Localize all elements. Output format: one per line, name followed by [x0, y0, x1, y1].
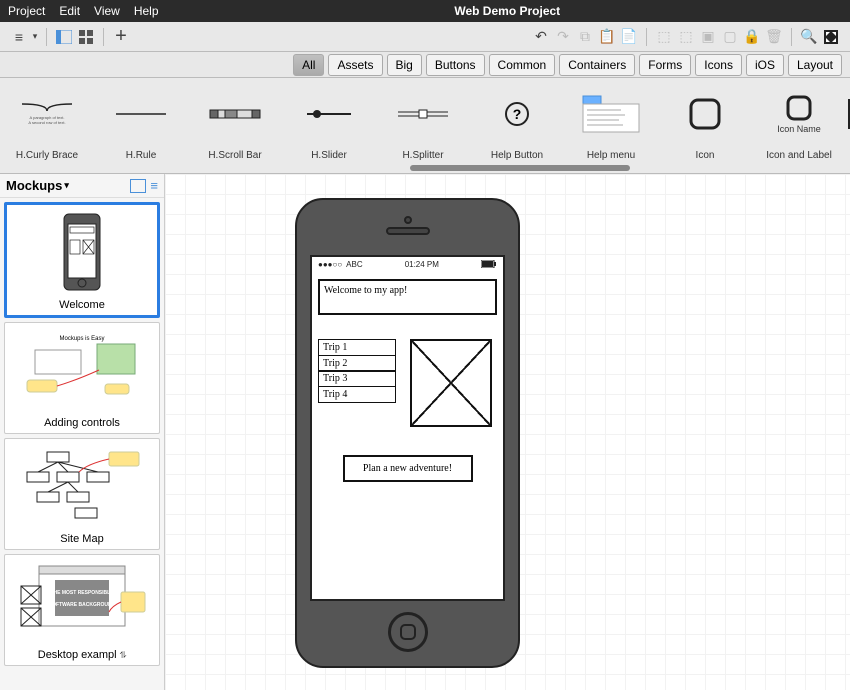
- filter-layout[interactable]: Layout: [788, 54, 842, 76]
- signal-icon: ●●●○○: [318, 260, 342, 269]
- mockup-card-welcome[interactable]: Welcome: [4, 202, 160, 318]
- lib-hslider[interactable]: H.Slider: [282, 90, 376, 173]
- list-item[interactable]: Trip 2: [318, 355, 396, 372]
- time-label: 01:24 PM: [363, 260, 481, 269]
- trash-icon[interactable]: 🗑: [763, 26, 785, 48]
- menu-bar: Project Edit View Help Web Demo Project: [0, 0, 850, 22]
- ui-library: A paragraph of text.A second row of text…: [0, 78, 850, 174]
- project-title: Web Demo Project: [173, 4, 842, 18]
- bring-front-icon[interactable]: ▣: [697, 26, 719, 48]
- plan-adventure-button[interactable]: Plan a new adventure!: [343, 455, 473, 482]
- mockup-card-desktop[interactable]: THE MOST RESPONSIBLESOFTWARE BACKGROUND …: [4, 554, 160, 666]
- paste-icon[interactable]: 📋: [596, 26, 618, 48]
- lib-iconandlabel[interactable]: Icon Name Icon and Label: [752, 90, 846, 173]
- mockup-card-adding[interactable]: Mockups is Easy Adding controls: [4, 322, 160, 434]
- home-button[interactable]: [388, 612, 428, 652]
- welcome-textbox[interactable]: Welcome to my app!: [318, 279, 497, 315]
- battery-icon: [481, 260, 497, 268]
- lib-icon[interactable]: Icon: [658, 90, 752, 173]
- filter-buttons[interactable]: Buttons: [426, 54, 485, 76]
- copy-icon[interactable]: ⧉: [574, 26, 596, 48]
- list-item[interactable]: Trip 1: [318, 339, 396, 356]
- list-item[interactable]: Trip 3: [318, 370, 396, 387]
- lock-icon[interactable]: 🔒: [741, 26, 763, 48]
- canvas[interactable]: ●●●○○ ABC 01:24 PM Welcome to my app! Tr…: [165, 174, 850, 690]
- grid-icon[interactable]: [75, 26, 97, 48]
- search-icon[interactable]: 🔍: [798, 26, 820, 48]
- view-thumbnail-icon[interactable]: [130, 179, 146, 193]
- list-item[interactable]: Trip 4: [318, 386, 396, 403]
- mockup-label: Site Map: [7, 533, 157, 545]
- send-back-icon[interactable]: ▢: [719, 26, 741, 48]
- sidebar-title: Mockups: [6, 178, 62, 193]
- menu-edit[interactable]: Edit: [59, 4, 80, 18]
- lib-helpmenu[interactable]: Help menu: [564, 90, 658, 173]
- status-bar: ●●●○○ ABC 01:24 PM: [312, 257, 503, 271]
- mockups-list[interactable]: Welcome Mockups is Easy Adding controls …: [0, 198, 164, 690]
- svg-text:Mockups is Easy: Mockups is Easy: [59, 336, 104, 342]
- lib-hcurlybrace[interactable]: A paragraph of text.A second row of text…: [0, 90, 94, 173]
- mockup-label: Desktop exampl ⥮: [7, 649, 157, 661]
- filter-containers[interactable]: Containers: [559, 54, 635, 76]
- carrier-label: ABC: [346, 260, 362, 269]
- library-scrollbar[interactable]: [350, 165, 790, 171]
- mockup-label: Welcome: [9, 299, 155, 311]
- svg-text:SOFTWARE BACKGROUND: SOFTWARE BACKGROUND: [49, 602, 116, 608]
- filter-assets[interactable]: Assets: [328, 54, 382, 76]
- trip-list[interactable]: Trip 1 Trip 2 Trip 3 Trip 4: [318, 339, 396, 427]
- menu-project[interactable]: Project: [8, 4, 45, 18]
- clipboard-icon[interactable]: 📄: [618, 26, 640, 48]
- filter-bar: All Assets Big Buttons Common Containers…: [0, 52, 850, 78]
- svg-text:?: ?: [513, 106, 522, 122]
- fullscreen-icon[interactable]: [820, 26, 842, 48]
- svg-text:A second row of text.: A second row of text.: [28, 120, 65, 125]
- hamburger-icon[interactable]: ≡: [8, 26, 30, 48]
- toolbar: ≡ ▾ + ↶ ↷ ⧉ 📋 📄 ⬚ ⬚ ▣ ▢ 🔒 🗑 🔍: [0, 22, 850, 52]
- filter-icons[interactable]: Icons: [695, 54, 742, 76]
- panel-left-icon[interactable]: [53, 26, 75, 48]
- plus-icon[interactable]: +: [110, 26, 132, 48]
- group-icon[interactable]: ⬚: [653, 26, 675, 48]
- image-placeholder[interactable]: [410, 339, 492, 427]
- filter-ios[interactable]: iOS: [746, 54, 784, 76]
- undo-icon[interactable]: ↶: [530, 26, 552, 48]
- phone-screen: ●●●○○ ABC 01:24 PM Welcome to my app! Tr…: [310, 255, 505, 601]
- mockup-label: Adding controls: [7, 417, 157, 429]
- chevron-down-icon[interactable]: ▾: [30, 26, 40, 48]
- menu-view[interactable]: View: [94, 4, 120, 18]
- lib-hscrollbar[interactable]: H.Scroll Bar: [188, 90, 282, 173]
- filter-all[interactable]: All: [293, 54, 324, 76]
- ungroup-icon[interactable]: ⬚: [675, 26, 697, 48]
- mockup-card-sitemap[interactable]: Site Map: [4, 438, 160, 550]
- phone-camera-icon: [404, 216, 412, 224]
- lib-hsplitter[interactable]: H.Splitter: [376, 90, 470, 173]
- sidebar-chevron-icon[interactable]: ▾: [64, 180, 69, 191]
- lib-hrule[interactable]: H.Rule: [94, 90, 188, 173]
- filter-big[interactable]: Big: [387, 54, 422, 76]
- view-list-icon[interactable]: ≡: [150, 178, 158, 193]
- filter-common[interactable]: Common: [489, 54, 556, 76]
- menu-help[interactable]: Help: [134, 4, 159, 18]
- redo-icon[interactable]: ↷: [552, 26, 574, 48]
- iphone-mockup[interactable]: ●●●○○ ABC 01:24 PM Welcome to my app! Tr…: [295, 198, 520, 678]
- phone-speaker-icon: [386, 227, 430, 235]
- lib-helpbutton[interactable]: ? Help Button: [470, 90, 564, 173]
- filter-forms[interactable]: Forms: [639, 54, 691, 76]
- mockups-sidebar: Mockups ▾ ≡ Welcome Mockups is Easy Addi…: [0, 174, 165, 690]
- lib-partial[interactable]: I: [846, 90, 850, 173]
- svg-text:THE MOST RESPONSIBLE: THE MOST RESPONSIBLE: [50, 590, 114, 596]
